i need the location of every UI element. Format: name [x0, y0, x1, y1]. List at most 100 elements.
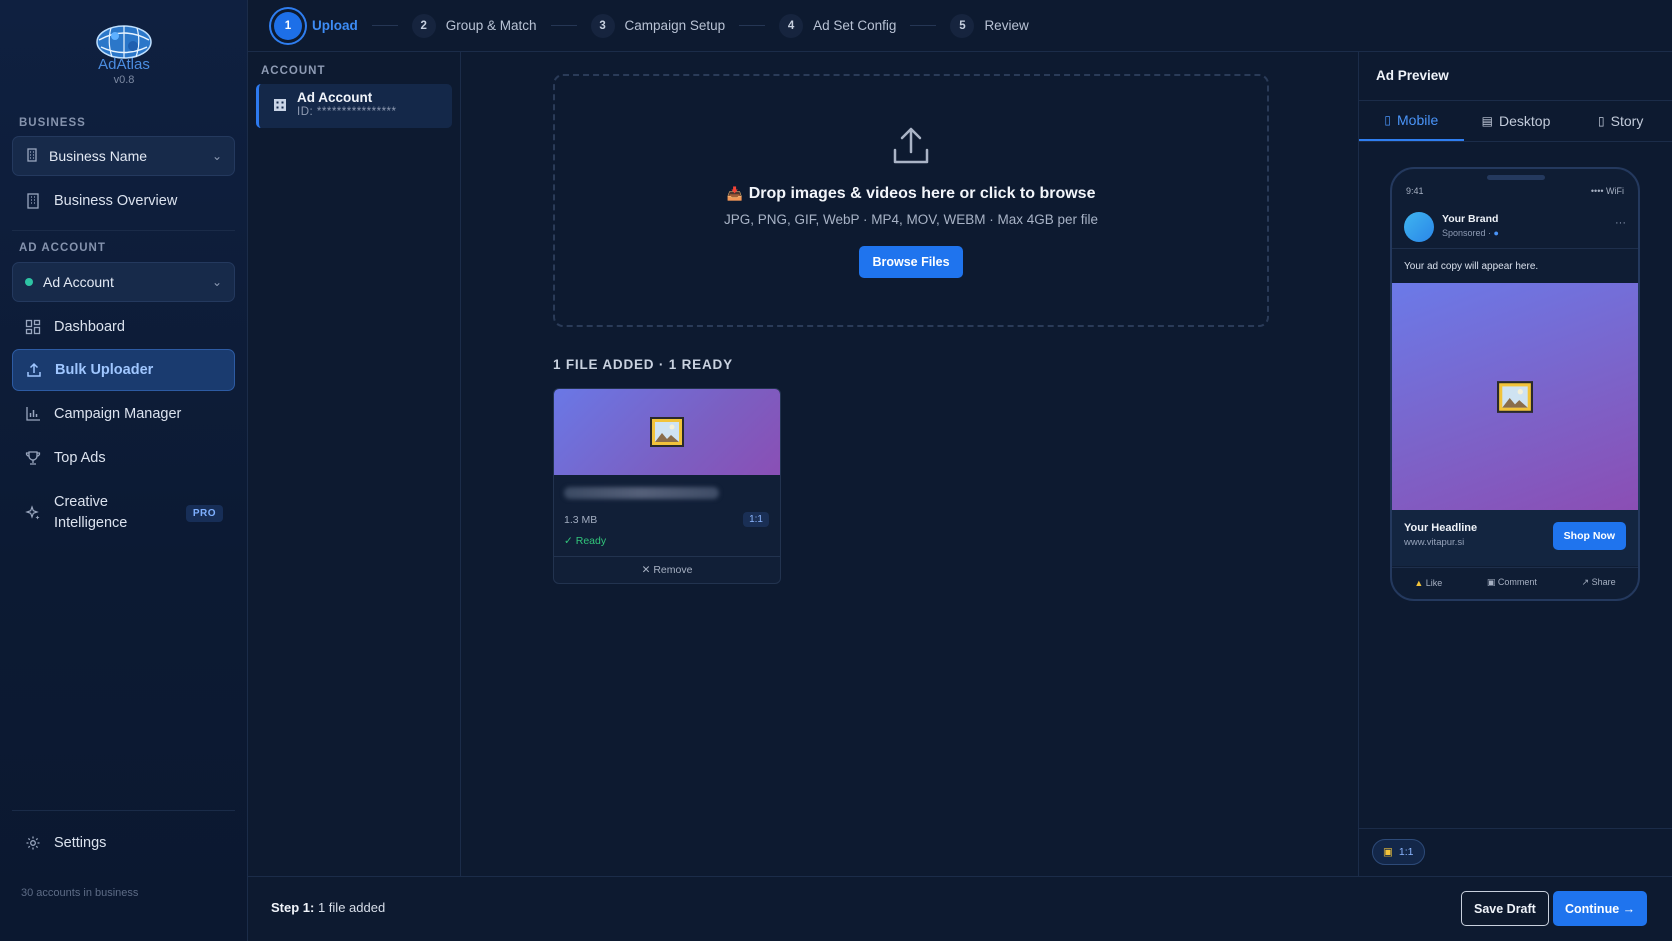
account-item[interactable]: Ad Account ID: **************** [256, 84, 452, 128]
post-header: Your Brand Sponsored · ● ··· [1392, 203, 1638, 249]
chevron-down-icon: ⌄ [211, 275, 222, 289]
accounts-count: 30 accounts in business [21, 887, 139, 899]
step-label: Review [984, 18, 1029, 33]
ratio-selector[interactable]: ▣ 1:1 [1372, 839, 1425, 865]
file-name-redacted [564, 487, 719, 499]
step-number: 1 [274, 11, 302, 40]
bar-chart-icon [24, 405, 42, 423]
ad-preview-panel: Ad Preview ▯ Mobile ▤ Desktop ▯ Story 9:… [1358, 52, 1672, 876]
step-number: 5 [950, 13, 975, 38]
nav-bulk-uploader[interactable]: Bulk Uploader [12, 349, 235, 391]
tab-desktop[interactable]: ▤ Desktop [1464, 101, 1569, 141]
nav-label: Creative Intelligence [54, 494, 128, 531]
step-group-match[interactable]: 2 Group & Match [411, 13, 537, 38]
app-logo[interactable]: AdAtlas v0.8 [0, 22, 248, 86]
post-actions: ▲ Like ▣ Comment ↗ Share [1392, 567, 1638, 597]
business-select[interactable]: Business Name ⌄ [12, 136, 235, 176]
ad-account-select-label: Ad Account [43, 274, 114, 290]
wizard-stepper: 1 Upload 2 Group & Match 3 Campaign Setu… [248, 0, 1672, 52]
ad-url: www.vitapur.si [1404, 537, 1465, 548]
remove-file-button[interactable]: ✕ Remove [554, 556, 780, 583]
file-size: 1.3 MB [564, 513, 598, 526]
dropzone-title: Drop images & videos here or click to br… [748, 185, 1096, 202]
nav-dashboard[interactable]: Dashboard [12, 306, 235, 348]
tab-label: Desktop [1499, 113, 1551, 129]
ad-account-section-label: AD ACCOUNT [19, 242, 106, 254]
trophy-icon [24, 449, 42, 467]
file-status-label: Ready [575, 535, 607, 547]
ad-account-select[interactable]: Ad Account ⌄ [12, 262, 235, 302]
sparkle-icon [24, 504, 42, 522]
divider [12, 810, 235, 811]
file-status: ✓ Ready [564, 535, 780, 547]
step-connector [910, 25, 937, 26]
dropzone-formats: JPG, PNG, GIF, WebP · MP4, MOV, WEBM · M… [723, 212, 1099, 227]
ad-image [1392, 283, 1638, 510]
app-name: AdAtlas [98, 56, 150, 73]
tab-label: Story [1610, 113, 1644, 129]
step-label: Upload [312, 18, 358, 33]
nav-campaign-manager[interactable]: Campaign Manager [12, 393, 235, 435]
more-icon: ··· [1615, 217, 1626, 229]
tab-label: Mobile [1397, 112, 1439, 128]
share-icon: ↗ [1581, 577, 1590, 587]
comment-action[interactable]: ▣ Comment [1487, 577, 1537, 588]
like-label: Like [1425, 577, 1443, 588]
nav-settings[interactable]: Settings [12, 822, 235, 864]
gear-icon [24, 834, 42, 852]
step-ad-set-config[interactable]: 4 Ad Set Config [779, 13, 896, 38]
save-draft-button[interactable]: Save Draft [1461, 891, 1549, 926]
grid-icon [24, 318, 42, 336]
step-status-label: Step 1: [271, 900, 315, 915]
account-title: Ad Account [297, 90, 373, 105]
continue-button[interactable]: Continue → [1553, 891, 1648, 926]
shop-now-button[interactable]: Shop Now [1552, 522, 1626, 550]
share-action[interactable]: ↗ Share [1582, 577, 1616, 588]
like-action[interactable]: ▲ Like [1414, 578, 1442, 588]
aspect-ratio-badge: 1:1 [743, 512, 769, 527]
phone-icon: ▯ [1384, 113, 1392, 127]
ad-headline: Your Headline [1404, 522, 1478, 534]
upload-icon [555, 126, 1267, 171]
nav-creative-intelligence[interactable]: Creative Intelligence PRO [12, 490, 235, 536]
pro-badge: PRO [185, 504, 223, 522]
wizard-footer: Step 1: 1 file added Save Draft Continue… [248, 876, 1672, 941]
step-upload[interactable]: 1 Upload [274, 11, 358, 40]
step-review[interactable]: 5 Review [950, 13, 1029, 38]
step-campaign-setup[interactable]: 3 Campaign Setup [590, 13, 725, 38]
upload-dropzone[interactable]: 📥 Drop images & videos here or click to b… [553, 74, 1269, 327]
status-dot [25, 278, 33, 286]
ratio-label: 1:1 [1398, 846, 1414, 858]
nav-top-ads[interactable]: Top Ads [12, 437, 235, 479]
story-icon: ▯ [1598, 114, 1605, 128]
comment-icon: ▣ [1486, 577, 1496, 587]
share-label: Share [1591, 577, 1616, 587]
nav-label: Settings [54, 835, 107, 851]
browse-files-button[interactable]: Browse Files [859, 246, 963, 278]
close-icon: ✕ [641, 564, 651, 576]
thumbs-up-icon: ▲ [1414, 577, 1424, 588]
comment-label: Comment [1497, 577, 1537, 587]
nav-label: Top Ads [54, 450, 106, 466]
sponsored-label: Sponsored · [1442, 228, 1492, 238]
monitor-icon: ▤ [1481, 114, 1493, 128]
image-icon: ▣ [1383, 846, 1393, 858]
brand-name: Your Brand [1442, 213, 1499, 225]
tab-story[interactable]: ▯ Story [1568, 101, 1672, 141]
files-summary: 1 FILE ADDED · 1 READY [553, 357, 733, 372]
globe-icon: ● [1493, 228, 1499, 238]
step-status: Step 1: 1 file added [271, 900, 385, 915]
file-card[interactable]: 1.3 MB 1:1 ✓ Ready ✕ Remove [553, 388, 781, 584]
avatar [1404, 212, 1434, 242]
globe-logo-icon [96, 25, 152, 59]
nav-business-overview[interactable]: Business Overview [12, 180, 235, 222]
file-thumbnail [554, 389, 780, 475]
divider [1359, 828, 1672, 829]
nav-label: Bulk Uploader [55, 362, 154, 378]
image-icon [1497, 380, 1533, 413]
business-select-label: Business Name [49, 148, 148, 164]
app-version: v0.8 [113, 74, 135, 86]
step-connector [739, 25, 766, 26]
preview-tabs: ▯ Mobile ▤ Desktop ▯ Story [1359, 100, 1672, 142]
tab-mobile[interactable]: ▯ Mobile [1359, 101, 1464, 141]
